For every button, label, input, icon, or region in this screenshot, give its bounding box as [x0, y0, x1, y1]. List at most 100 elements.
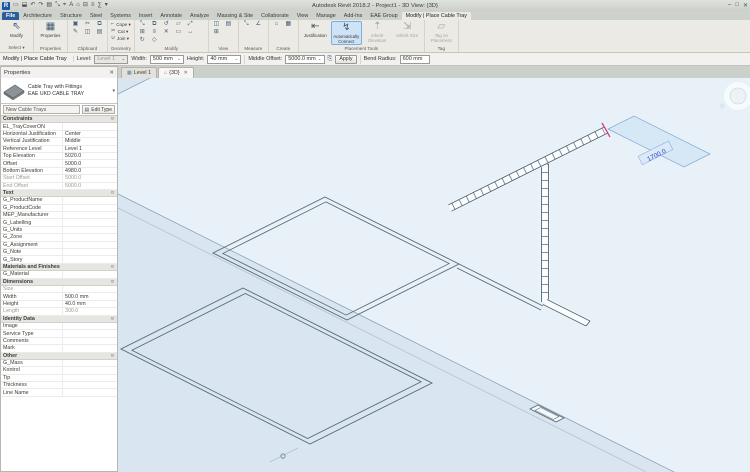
drawing-canvas[interactable]: 1700.0 — [118, 78, 750, 472]
property-row[interactable]: Kontrol — [1, 367, 117, 374]
property-row[interactable]: Size — [1, 286, 117, 293]
middle-offset-select[interactable]: 5000.0 mm⌄ — [285, 55, 324, 64]
tag-tool-button[interactable]: ▱Tag on Placement — [427, 21, 456, 43]
property-row[interactable]: G_Note — [1, 249, 117, 256]
property-value[interactable]: 500.0 mm — [63, 294, 117, 300]
level-select[interactable]: Level 1⌄ — [94, 55, 128, 64]
property-row[interactable]: Width 500.0 mm — [1, 293, 117, 300]
property-row[interactable]: Vertical Justification Middle — [1, 138, 117, 145]
property-row[interactable]: Materials and Finishes ¤ — [1, 264, 117, 271]
qat-icon[interactable]: A — [69, 1, 73, 10]
clipboard-tool-button[interactable]: ▣ — [70, 21, 81, 28]
ribbon-tab[interactable]: Structure — [56, 12, 86, 20]
property-value[interactable]: ¤ — [109, 316, 117, 322]
modify-tool-button[interactable]: ≡ — [149, 29, 160, 36]
view-tab-3d[interactable]: ⌂ {3D} ✕ — [158, 67, 194, 78]
apply-button[interactable]: Apply — [335, 55, 356, 64]
modify-tool-button[interactable]: ◇ — [149, 37, 160, 44]
view-tab-level1[interactable]: ▦ Level 1 — [121, 67, 157, 78]
minimize-button[interactable]: – — [728, 2, 731, 9]
qat-icon[interactable]: ⌂ — [76, 1, 80, 10]
ribbon-tab[interactable]: Annotate — [156, 12, 186, 20]
property-value[interactable]: ¤ — [109, 190, 117, 196]
property-row[interactable]: G_Labelling — [1, 219, 117, 226]
modify-tool-button[interactable]: ⊞ — [137, 29, 148, 36]
properties-button[interactable]: ▦Properties — [36, 21, 65, 38]
ribbon-tab[interactable]: View — [293, 12, 313, 20]
property-row[interactable]: G_ProductName — [1, 197, 117, 204]
qat-icon[interactable]: ≡ — [91, 1, 95, 10]
ribbon-tab[interactable]: Modify | Place Cable Tray — [402, 12, 471, 20]
property-value[interactable]: 5020.0 — [63, 153, 117, 159]
geometry-tool-button[interactable]: ⌐Cope ▾ — [110, 21, 132, 28]
modify-tool-button[interactable]: ▱ — [173, 21, 184, 28]
selection-filter-combo[interactable]: New Cable Trays — [3, 105, 80, 114]
property-value[interactable]: ¤ — [109, 353, 117, 359]
properties-palette-header[interactable]: Properties ✕ — [0, 66, 118, 78]
property-row[interactable]: Identity Data ¤ — [1, 316, 117, 323]
property-row[interactable]: End Offset 5000.0 — [1, 183, 117, 190]
property-value[interactable]: ¤ — [109, 116, 117, 122]
property-row[interactable]: G_Units — [1, 227, 117, 234]
geometry-tool-button[interactable]: ✂Cut ▾ — [110, 28, 129, 35]
modify-tool-button[interactable]: ✕ — [161, 29, 172, 36]
bend-radius-input[interactable]: 600 mm — [400, 55, 430, 64]
ribbon-tab[interactable]: Manage — [312, 12, 339, 20]
modify-tool-button[interactable]: ▭ — [173, 29, 184, 36]
property-row[interactable]: Comments — [1, 338, 117, 345]
create-tool-button[interactable]: ⌂ — [271, 21, 282, 28]
qat-icon[interactable]: ∑ — [97, 1, 101, 10]
qat-icon[interactable]: ▾ — [105, 1, 108, 10]
modify-tool-button[interactable]: ↻ — [137, 37, 148, 44]
edit-offset-icon[interactable]: ⎘ — [328, 56, 333, 63]
qat-icon[interactable]: ↷ — [38, 1, 43, 10]
ribbon-tab[interactable]: Massing & Site — [213, 12, 257, 20]
qat-icon[interactable]: ⌖ — [63, 1, 66, 10]
ribbon-tab[interactable]: File — [2, 12, 19, 20]
property-value[interactable]: 5000.0 — [63, 175, 117, 181]
placement-tool-button[interactable]: ↯Automatically Connect — [331, 21, 362, 45]
geometry-tool-button[interactable]: ∪Join ▾ — [110, 35, 130, 42]
property-row[interactable]: Height 40.0 mm — [1, 301, 117, 308]
qat-icon[interactable]: ⊟ — [83, 1, 88, 10]
type-selector[interactable]: Cable Tray with Fittings EAE UKD CABLE T… — [1, 78, 117, 104]
qat-icon[interactable]: ▭ — [13, 1, 19, 10]
app-menu-button[interactable]: R — [2, 2, 10, 10]
property-row[interactable]: Line Name — [1, 389, 117, 396]
property-row[interactable]: G_ProductCode — [1, 205, 117, 212]
property-value[interactable]: 5000.0 — [63, 183, 117, 189]
property-value[interactable]: 4980.0 — [63, 168, 117, 174]
property-value[interactable]: 300.0 — [63, 308, 117, 314]
measure-tool-button[interactable]: ⤡ — [241, 21, 252, 28]
modify-tool-button[interactable]: ↺ — [161, 21, 172, 28]
placement-tool-button[interactable]: ⇤Justification — [301, 21, 330, 38]
ribbon-tab[interactable]: Insert — [135, 12, 156, 20]
property-row[interactable]: Length 300.0 — [1, 308, 117, 315]
clipboard-tool-button[interactable]: ⧉ — [94, 21, 105, 28]
width-select[interactable]: 500 mm⌄ — [150, 55, 184, 64]
property-row[interactable]: G_Material — [1, 271, 117, 278]
property-row[interactable]: G_Story — [1, 256, 117, 263]
modify-button[interactable]: ⇖Modify — [2, 21, 31, 38]
property-value[interactable]: Middle — [63, 138, 117, 144]
ribbon-tab[interactable]: Architecture — [19, 12, 56, 20]
close-icon[interactable]: ✕ — [184, 70, 188, 76]
property-value[interactable]: 5000.0 — [63, 161, 117, 167]
view-tool-button[interactable]: ▤ — [223, 21, 234, 28]
modify-tool-button[interactable]: ⧉ — [149, 21, 160, 28]
property-row[interactable]: Bottom Elevation 4980.0 — [1, 168, 117, 175]
property-row[interactable]: Dimensions ¤ — [1, 279, 117, 286]
ribbon-tab[interactable]: EAE Group — [366, 12, 401, 20]
clipboard-tool-button[interactable]: ✎ — [70, 29, 81, 36]
clipboard-tool-button[interactable]: ◫ — [82, 29, 93, 36]
property-row[interactable]: Text ¤ — [1, 190, 117, 197]
clipboard-tool-button[interactable]: ▤ — [94, 29, 105, 36]
restore-button[interactable]: □ — [735, 2, 739, 9]
modify-tool-button[interactable]: ⤢ — [185, 21, 196, 28]
property-row[interactable]: Horizontal Justification Center — [1, 131, 117, 138]
qat-icon[interactable]: ⤡ — [55, 1, 60, 10]
edit-type-button[interactable]: ▤Edit Type — [82, 105, 116, 114]
property-row[interactable]: G_Zone — [1, 234, 117, 241]
property-value[interactable]: Center — [63, 131, 117, 137]
property-row[interactable]: Other ¤ — [1, 353, 117, 360]
